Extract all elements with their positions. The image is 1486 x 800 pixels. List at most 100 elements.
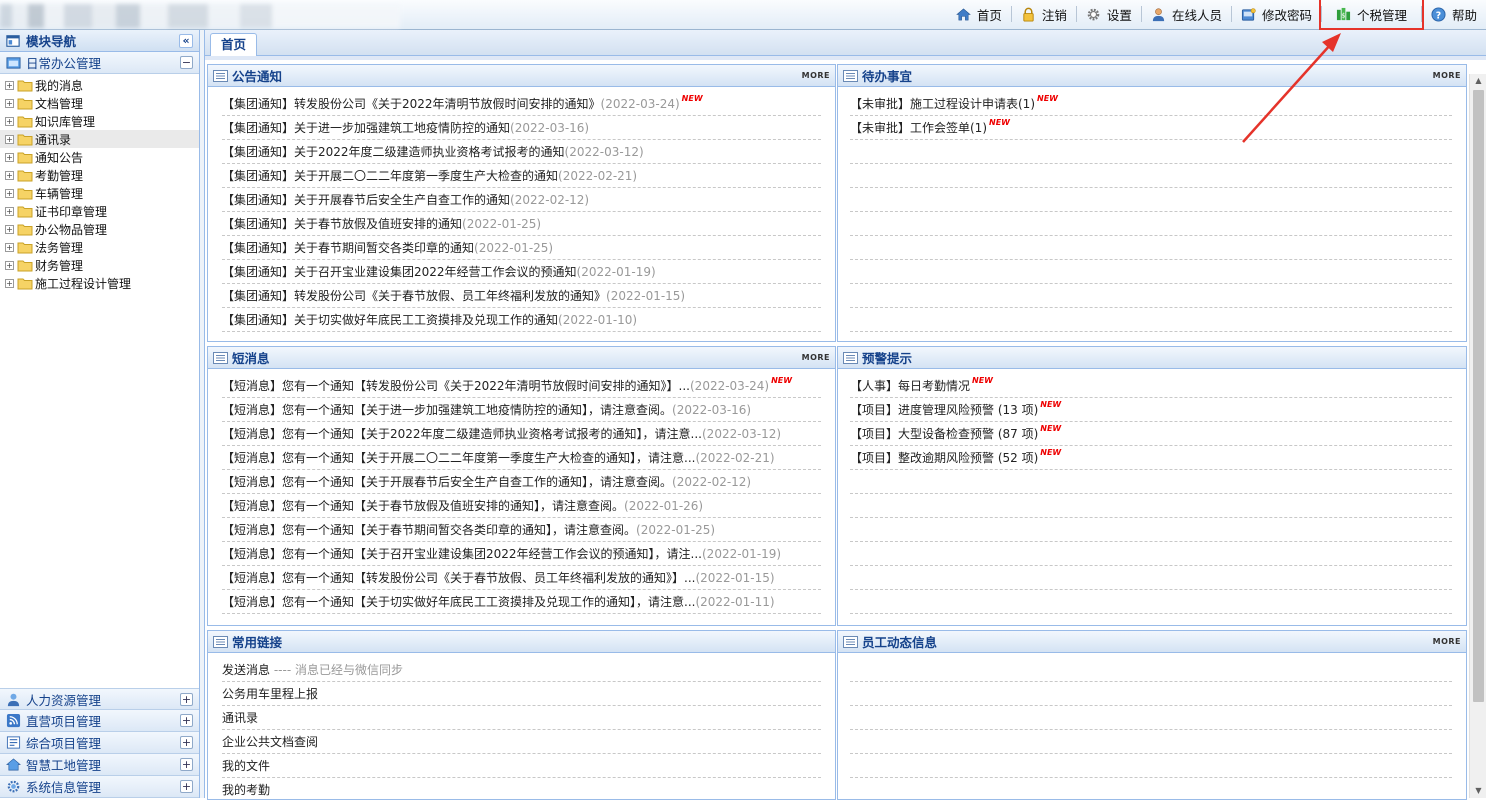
panel-header: 预警提示 <box>838 347 1466 369</box>
expand-icon[interactable]: + <box>5 80 14 90</box>
list-item[interactable]: 【集团通知】关于春节期间暂交各类印章的通知(2022-01-25) <box>222 236 821 260</box>
list-item[interactable]: 【短消息】您有一个通知【转发股份公司《关于2022年清明节放假时间安排的通知》】… <box>222 374 821 398</box>
list-item[interactable]: 【短消息】您有一个通知【关于开展二〇二二年度第一季度生产大检查的通知】，请注意.… <box>222 446 821 470</box>
list-item[interactable]: 【短消息】您有一个通知【关于2022年度二级建造师执业资格考试报考的通知】，请注… <box>222 422 821 446</box>
home-button[interactable]: 首页 <box>947 3 1011 25</box>
group-expand-toggle[interactable]: + <box>180 714 193 727</box>
list-item[interactable]: 【集团通知】关于开展二〇二二年度第一季度生产大检查的通知(2022-02-21) <box>222 164 821 188</box>
list-item[interactable]: 【集团通知】关于开展春节后安全生产自查工作的通知(2022-02-12) <box>222 188 821 212</box>
sidebar-item-legal[interactable]: + 法务管理 <box>0 238 199 256</box>
help-button[interactable]: ? 帮助 <box>1422 3 1486 25</box>
list-item[interactable]: 【项目】整改逾期风险预警 (52 项) NEW <box>850 446 1452 470</box>
link-text: 企业公共文档查阅 <box>222 735 319 749</box>
sidebar-item-vehicles[interactable]: + 车辆管理 <box>0 184 199 202</box>
expand-icon[interactable]: + <box>5 152 14 162</box>
scroll-down-arrow-icon[interactable]: ▼ <box>1470 784 1486 798</box>
list-item[interactable]: 【短消息】您有一个通知【转发股份公司《关于春节放假、员工年终福利发放的通知》】.… <box>222 566 821 590</box>
more-link[interactable]: MORE <box>802 353 830 362</box>
list-item[interactable]: 【短消息】您有一个通知【关于切实做好年底民工工资摸排及兑现工作的通知】，请注意.… <box>222 590 821 614</box>
expand-icon[interactable]: + <box>5 170 14 180</box>
change-password-button[interactable]: 修改密码 <box>1232 3 1321 25</box>
list-item[interactable]: 【集团通知】关于切实做好年底民工工资摸排及兑现工作的通知(2022-01-10) <box>222 308 821 332</box>
sidebar-item-contacts[interactable]: + 通讯录 <box>0 130 199 148</box>
list-item[interactable]: 【短消息】您有一个通知【关于开展春节后安全生产自查工作的通知】，请注意查阅。(2… <box>222 470 821 494</box>
more-link[interactable]: MORE <box>1433 637 1461 646</box>
group-collapse-toggle[interactable]: − <box>180 56 193 69</box>
group-expand-toggle[interactable]: + <box>180 692 193 706</box>
group-direct-projects[interactable]: 直营项目管理 + <box>0 710 199 732</box>
list-item[interactable]: 【集团通知】转发股份公司《关于春节放假、员工年终福利发放的通知》(2022-01… <box>222 284 821 308</box>
expand-icon[interactable]: + <box>5 242 14 252</box>
group-system-info[interactable]: 系统信息管理 + <box>0 776 199 798</box>
link-item[interactable]: 发送消息 ---- 消息已经与微信同步 <box>222 658 821 682</box>
expand-icon[interactable]: + <box>5 134 14 144</box>
link-item[interactable]: 通讯录 <box>222 706 821 730</box>
folder-icon <box>17 242 33 253</box>
link-item[interactable]: 公务用车里程上报 <box>222 682 821 706</box>
sidebar-item-knowledge-base[interactable]: + 知识库管理 <box>0 112 199 130</box>
expand-icon[interactable]: + <box>5 278 14 288</box>
list-item[interactable]: 【集团通知】关于2022年度二级建造师执业资格考试报考的通知(2022-03-1… <box>222 140 821 164</box>
sidebar-item-documents[interactable]: + 文档管理 <box>0 94 199 112</box>
group-label: 直营项目管理 <box>26 714 102 729</box>
list-item[interactable]: 【短消息】您有一个通知【关于春节放假及值班安排的通知】，请注意查阅。(2022-… <box>222 494 821 518</box>
sidebar-item-my-messages[interactable]: + 我的消息 <box>0 76 199 94</box>
group-expand-toggle[interactable]: + <box>180 758 193 771</box>
list-item[interactable]: 【集团通知】关于春节放假及值班安排的通知(2022-01-25) <box>222 212 821 236</box>
scrollbar-thumb[interactable] <box>1473 90 1484 702</box>
group-expand-toggle[interactable]: + <box>180 780 193 793</box>
more-link[interactable]: MORE <box>1433 71 1461 80</box>
group-smart-site[interactable]: 智慧工地管理 + <box>0 754 199 776</box>
group-daily-office[interactable]: 日常办公管理 − <box>0 52 199 74</box>
online-users-button[interactable]: 在线人员 <box>1142 3 1231 25</box>
tab-home[interactable]: 首页 <box>210 33 258 56</box>
link-item[interactable]: 企业公共文档查阅 <box>222 730 821 754</box>
empty-row <box>850 284 1452 308</box>
money-icon: $ <box>1336 7 1351 20</box>
expand-icon[interactable]: + <box>5 260 14 270</box>
list-item[interactable]: 【未审批】工作会签单(1) NEW <box>850 116 1452 140</box>
sidebar-item-office-supplies[interactable]: + 办公物品管理 <box>0 220 199 238</box>
group-integrated-projects[interactable]: 综合项目管理 + <box>0 732 199 754</box>
list-item[interactable]: 【集团通知】关于进一步加强建筑工地疫情防控的通知(2022-03-16) <box>222 116 821 140</box>
vertical-scrollbar[interactable]: ▲ ▼ <box>1469 74 1486 798</box>
item-date: (2022-03-16) <box>672 403 752 417</box>
sidebar-item-attendance[interactable]: + 考勤管理 <box>0 166 199 184</box>
list-item[interactable]: 【未审批】施工过程设计申请表(1) NEW <box>850 92 1452 116</box>
sidebar-item-announcements[interactable]: + 通知公告 <box>0 148 199 166</box>
list-item[interactable]: 【项目】大型设备检查预警 (87 项) NEW <box>850 422 1452 446</box>
group-label: 综合项目管理 <box>26 736 102 751</box>
group-hr[interactable]: 人力资源管理 + <box>0 688 199 710</box>
list-item[interactable]: 【短消息】您有一个通知【关于春节期间暂交各类印章的通知】，请注意查阅。(2022… <box>222 518 821 542</box>
sidebar-item-finance[interactable]: + 财务管理 <box>0 256 199 274</box>
logout-button[interactable]: 注销 <box>1012 3 1076 25</box>
list-item[interactable]: 【集团通知】转发股份公司《关于2022年清明节放假时间安排的通知》(2022-0… <box>222 92 821 116</box>
blurred-logo <box>0 4 400 28</box>
list-item[interactable]: 【项目】进度管理风险预警 (13 项) NEW <box>850 398 1452 422</box>
expand-icon[interactable]: + <box>5 98 14 108</box>
tab-bar: 首页 <box>205 30 1486 56</box>
expand-icon[interactable]: + <box>5 224 14 234</box>
expand-icon[interactable]: + <box>5 188 14 198</box>
panel-header: 员工动态信息 MORE <box>838 631 1466 653</box>
expand-icon[interactable]: + <box>5 116 14 126</box>
sidebar-item-construction-design[interactable]: + 施工过程设计管理 <box>0 274 199 292</box>
link-item[interactable]: 我的考勤 <box>222 778 821 799</box>
sidebar-collapse-button[interactable]: « <box>179 33 193 48</box>
scroll-up-arrow-icon[interactable]: ▲ <box>1470 74 1486 88</box>
list-item[interactable]: 【集团通知】关于召开宝业建设集团2022年经营工作会议的预通知(2022-01-… <box>222 260 821 284</box>
item-date: (2022-01-10) <box>558 313 638 327</box>
sidebar-item-certificates-seals[interactable]: + 证书印章管理 <box>0 202 199 220</box>
more-link[interactable]: MORE <box>802 71 830 80</box>
list-item[interactable]: 【短消息】您有一个通知【关于进一步加强建筑工地疫情防控的通知】，请注意查阅。(2… <box>222 398 821 422</box>
tax-management-button[interactable]: $ 个税管理 <box>1318 0 1424 30</box>
lock-icon <box>1023 7 1034 22</box>
item-date: (2022-03-12) <box>564 145 644 159</box>
list-item[interactable]: 【短消息】您有一个通知【关于召开宝业建设集团2022年经营工作会议的预通知】，请… <box>222 542 821 566</box>
sidebar-item-label: 考勤管理 <box>35 168 84 183</box>
list-item[interactable]: 【人事】每日考勤情况 NEW <box>850 374 1452 398</box>
settings-button[interactable]: 设置 <box>1077 3 1141 25</box>
link-item[interactable]: 我的文件 <box>222 754 821 778</box>
expand-icon[interactable]: + <box>5 206 14 216</box>
group-expand-toggle[interactable]: + <box>180 736 193 749</box>
